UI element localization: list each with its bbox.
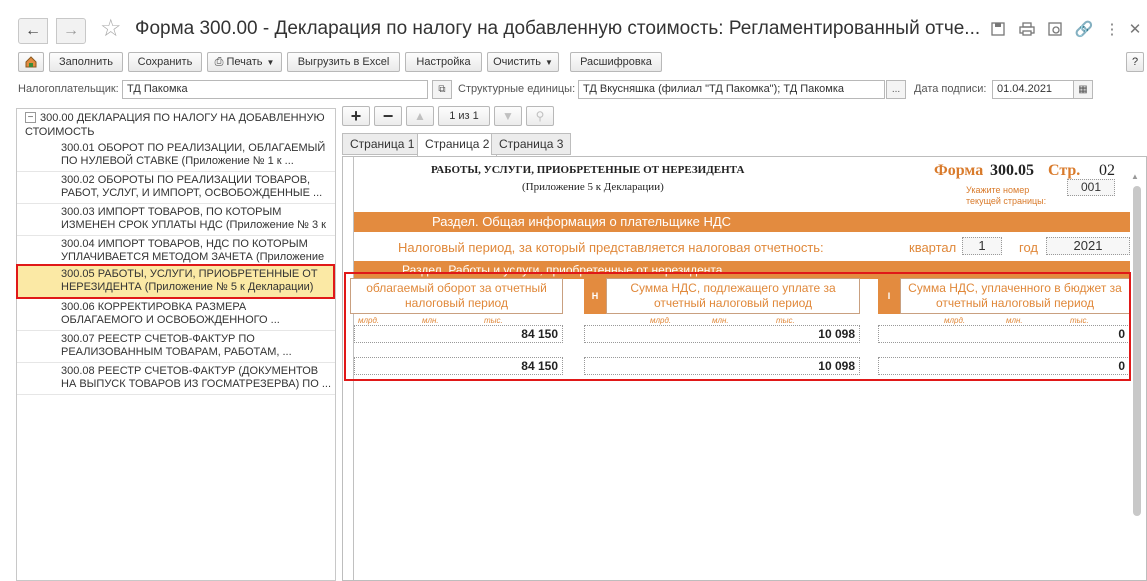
remove-page-button[interactable]: − <box>374 106 402 126</box>
taxpayer-field[interactable]: ТД Пакомка <box>122 80 428 99</box>
page-label: Стр. <box>1048 162 1081 179</box>
open-icon[interactable]: ⧉ <box>432 80 452 99</box>
tree-root-label: 300.00 ДЕКЛАРАЦИЯ ПО НАЛОГУ НА ДОБАВЛЕНН… <box>25 112 325 138</box>
tree-item-300-02[interactable]: 300.02 ОБОРОТЫ ПО РЕАЛИЗАЦИИ ТОВАРОВ, РА… <box>17 172 335 204</box>
quarter-label: квартал <box>909 240 957 255</box>
arrow-down-icon[interactable]: ▼ <box>494 106 522 126</box>
tab-page-1[interactable]: Страница 1 <box>342 133 423 155</box>
period-label: Налоговый период, за который представляе… <box>398 240 824 255</box>
print-label: Печать <box>226 56 263 68</box>
vertical-scrollbar[interactable]: ▲ <box>1130 172 1144 581</box>
form-subtitle: (Приложение 5 к Декларации) <box>522 181 664 193</box>
scroll-up-icon[interactable]: ▲ <box>1131 172 1139 181</box>
year-label: год <box>1019 240 1038 255</box>
clear-button[interactable]: Очистить ▼ <box>487 52 559 72</box>
print-icon[interactable] <box>1016 18 1038 40</box>
form-title: РАБОТЫ, УСЛУГИ, ПРИОБРЕТЕННЫЕ ОТ НЕРЕЗИД… <box>431 164 745 176</box>
close-icon[interactable]: ✕ <box>1124 18 1146 40</box>
decode-button[interactable]: Расшифровка <box>570 52 662 72</box>
save-disk-icon[interactable] <box>987 18 1009 40</box>
tree-item-300-03[interactable]: 300.03 ИМПОРТ ТОВАРОВ, ПО КОТОРЫМ ИЗМЕНЕ… <box>17 204 335 236</box>
year-field[interactable]: 2021 <box>1046 237 1130 255</box>
settings-button[interactable]: Настройка <box>405 52 482 72</box>
printer-icon: ⎙ <box>214 55 227 68</box>
form-number: 300.05 <box>990 162 1034 179</box>
sections-tree: −300.00 ДЕКЛАРАЦИЯ ПО НАЛОГУ НА ДОБАВЛЕН… <box>16 108 336 581</box>
favorite-star-icon[interactable]: ☆ <box>100 14 122 43</box>
help-button[interactable]: ? <box>1126 52 1144 72</box>
sign-date-field[interactable]: 01.04.2021 <box>992 80 1074 99</box>
print-button[interactable]: ⎙ Печать ▼ <box>207 52 282 72</box>
page-hint: Укажите номер текущей страницы: <box>966 185 1047 206</box>
page-number: 02 <box>1099 162 1115 179</box>
header-fields: Налогоплательщик: ТД Пакомка ⧉ Структурн… <box>0 80 1147 100</box>
selection-highlight-frame <box>16 264 335 299</box>
export-excel-button[interactable]: Выгрузить в Excel <box>287 52 400 72</box>
tree-item-300-07[interactable]: 300.07 РЕЕСТР СЧЕТОВ-ФАКТУР ПО РЕАЛИЗОВА… <box>17 331 335 363</box>
window-title: Форма 300.00 - Декларация по налогу на д… <box>135 18 981 39</box>
current-page-field[interactable]: 001 <box>1067 179 1115 196</box>
calendar-icon[interactable]: ▦ <box>1073 80 1093 99</box>
scroll-thumb[interactable] <box>1133 186 1141 516</box>
arrow-up-icon[interactable]: ▲ <box>406 106 434 126</box>
link-icon[interactable]: 🔗 <box>1073 18 1095 40</box>
taxpayer-label: Налогоплательщик: <box>18 83 119 95</box>
house-settings-icon[interactable] <box>18 52 44 72</box>
section-general-info: Раздел. Общая информация о плательщике Н… <box>354 212 1130 232</box>
chevron-down-icon: ▼ <box>266 57 275 67</box>
tab-page-2[interactable]: Страница 2 <box>417 133 498 157</box>
units-label: Структурные единицы: <box>458 83 576 95</box>
back-arrow-icon[interactable]: ← <box>18 18 48 44</box>
tab-page-3[interactable]: Страница 3 <box>491 133 572 155</box>
more-menu-icon[interactable]: ⋮ <box>1101 18 1123 40</box>
tree-item-300-06[interactable]: 300.06 КОРРЕКТИРОВКА РАЗМЕРА ОБЛАГАЕМОГО… <box>17 299 335 331</box>
units-field[interactable]: ТД Вкусняшка (филиал "ТД Пакомка"); ТД П… <box>578 80 885 99</box>
forward-arrow-icon[interactable]: → <box>56 18 86 44</box>
save-button[interactable]: Сохранить <box>128 52 202 72</box>
search-icon[interactable]: ⚲ <box>526 106 554 126</box>
tree-item-300-08[interactable]: 300.08 РЕЕСТР СЧЕТОВ-ФАКТУР (ДОКУМЕНТОВ … <box>17 363 335 395</box>
collapse-icon[interactable]: − <box>25 112 36 123</box>
tree-item-300-01[interactable]: 300.01 ОБОРОТ ПО РЕАЛИЗАЦИИ, ОБЛАГАЕМЫЙ … <box>17 140 335 172</box>
chevron-down-icon: ▼ <box>544 57 553 67</box>
title-bar: ← → ☆ Форма 300.00 - Декларация по налог… <box>0 0 1147 44</box>
tree-root[interactable]: −300.00 ДЕКЛАРАЦИЯ ПО НАЛОГУ НА ДОБАВЛЕН… <box>17 109 335 139</box>
page-position: 1 из 1 <box>438 106 490 126</box>
clear-label: Очистить <box>493 56 541 68</box>
fill-button[interactable]: Заполнить <box>49 52 123 72</box>
preview-icon[interactable] <box>1044 18 1066 40</box>
add-page-button[interactable]: + <box>342 106 370 126</box>
sign-date-label: Дата подписи: <box>914 83 987 95</box>
command-toolbar: Заполнить Сохранить ⎙ Печать ▼ Выгрузить… <box>0 52 1147 74</box>
form-label: Форма <box>934 162 984 179</box>
units-select-button[interactable]: ... <box>886 80 906 99</box>
quarter-field[interactable]: 1 <box>962 237 1002 255</box>
table-highlight-frame <box>344 272 1131 381</box>
